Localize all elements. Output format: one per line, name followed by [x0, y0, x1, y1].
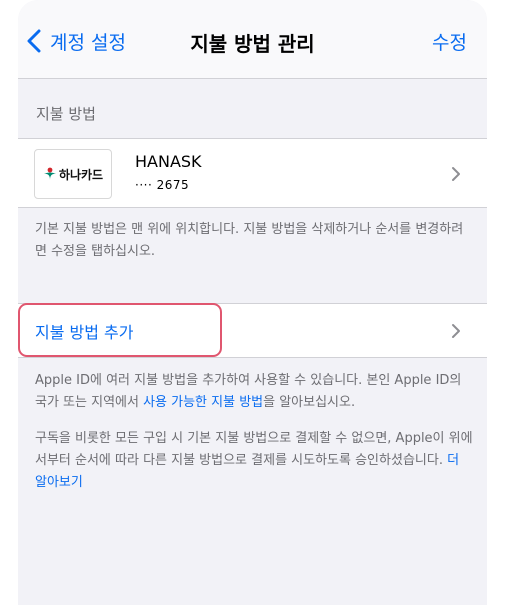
chevron-right-icon: [452, 167, 460, 181]
card-logo-text: 하나카드: [58, 167, 104, 182]
section-header: 지불 방법: [36, 105, 96, 123]
chevron-right-icon: [452, 324, 460, 338]
note-text: 구독을 비롯한 모든 구입 시 기본 지불 방법으로 결제할 수 없으면, Ap…: [35, 431, 473, 468]
note-text: 을 알아보십시오.: [263, 395, 356, 410]
available-methods-link[interactable]: 사용 가능한 지불 방법: [143, 395, 263, 410]
multiple-methods-note: Apple ID에 여러 지불 방법을 추가하여 사용할 수 있습니다. 본인 …: [35, 370, 475, 414]
hana-card-logo: 하나카드: [34, 149, 112, 199]
navigation-bar: 계정 설정 지불 방법 관리 수정: [18, 0, 487, 79]
billing-authorization-note: 구독을 비롯한 모든 구입 시 기본 지불 방법으로 결제할 수 없으면, Ap…: [35, 428, 475, 494]
card-number: ···· 2675: [135, 178, 190, 192]
page-title: 지불 방법 관리: [190, 32, 315, 56]
hana-logo-mark: [43, 167, 56, 180]
edit-button[interactable]: 수정: [432, 28, 467, 55]
card-name: HANASK: [135, 152, 202, 171]
highlight-outline: [18, 303, 222, 357]
payment-method-row[interactable]: 하나카드 HANASK ···· 2675: [18, 138, 487, 208]
settings-screen: 계정 설정 지불 방법 관리 수정 지불 방법 하나카드 HANASK ····…: [18, 0, 487, 605]
default-method-note: 기본 지불 방법은 맨 위에 위치합니다. 지불 방법을 삭제하거나 순서를 변…: [35, 222, 464, 259]
